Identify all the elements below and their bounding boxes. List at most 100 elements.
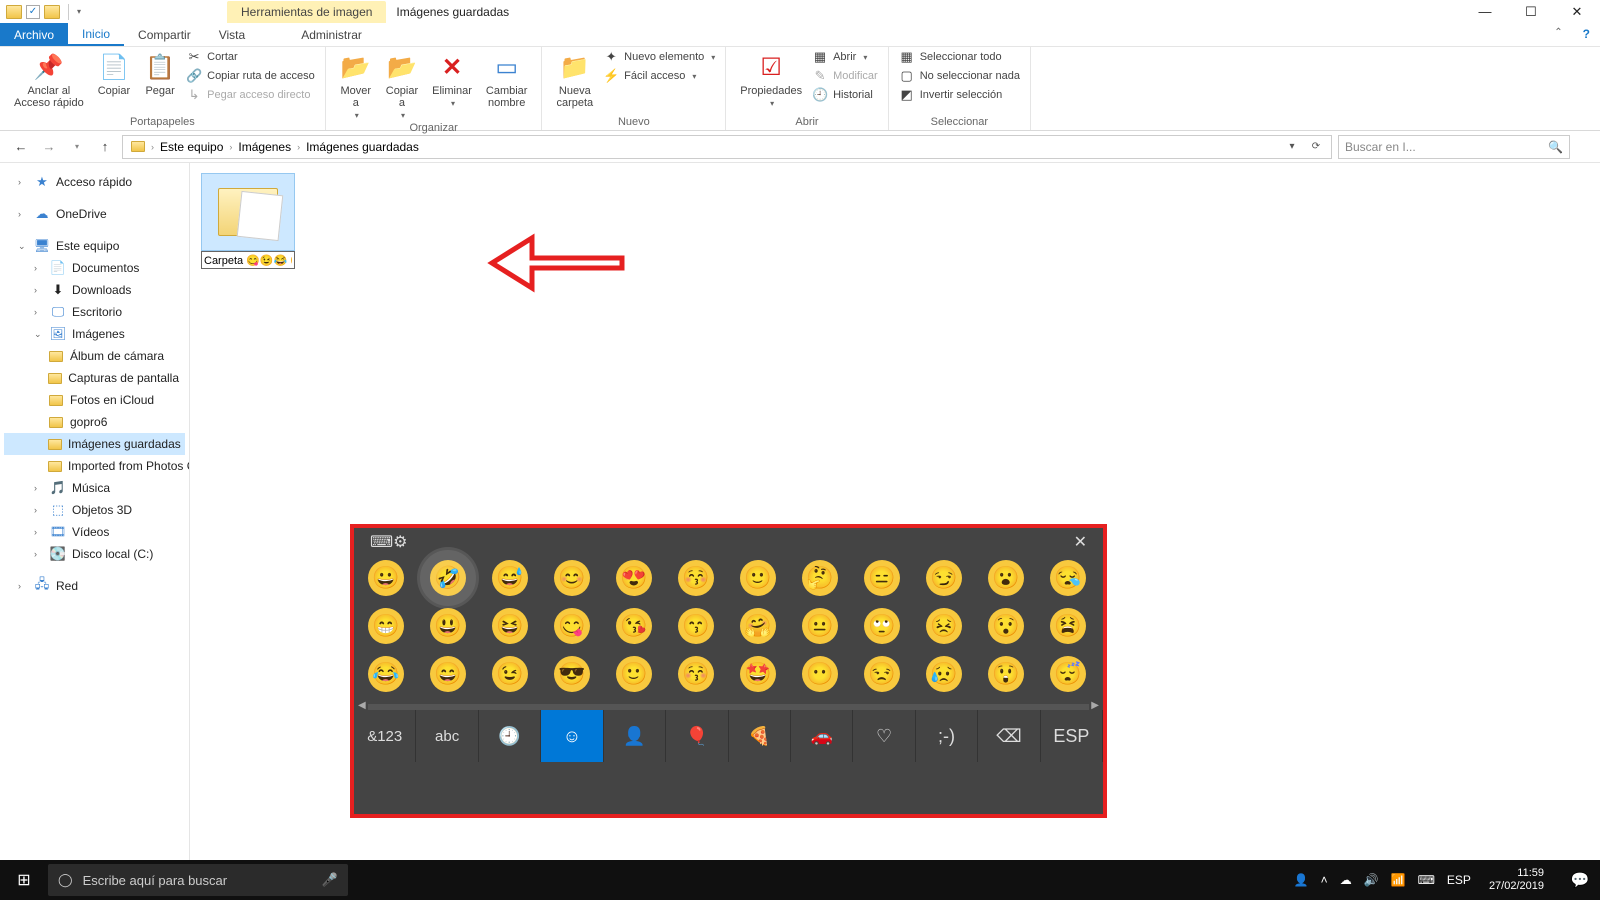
history-button[interactable]: 🕘Historial — [812, 87, 878, 103]
select-none-button[interactable]: ▢No seleccionar nada — [899, 68, 1020, 84]
nav-forward-button[interactable]: → — [38, 136, 60, 158]
kb-people-button[interactable]: 👤 — [604, 710, 666, 762]
kb-travel-button[interactable]: 🚗 — [791, 710, 853, 762]
breadcrumb-saved-images[interactable]: Imágenes guardadas — [302, 140, 423, 154]
emoji-close-button[interactable]: ✕ — [1074, 532, 1087, 552]
ribbon-collapse-icon[interactable]: ⌃ — [1544, 23, 1572, 46]
sidebar-quick-access[interactable]: ›★Acceso rápido — [4, 171, 185, 193]
emoji-button[interactable]: 😐 — [802, 608, 838, 644]
emoji-button[interactable]: 😮 — [988, 560, 1024, 596]
kb-recent-button[interactable]: 🕘 — [479, 710, 541, 762]
emoji-button[interactable]: 😄 — [430, 656, 466, 692]
kb-food-button[interactable]: 🍕 — [729, 710, 791, 762]
kb-symbols-button[interactable]: &123 — [354, 710, 416, 762]
emoji-button[interactable]: 😪 — [1050, 560, 1086, 596]
emoji-button[interactable]: 😍 — [616, 560, 652, 596]
kb-backspace-button[interactable]: ⌫ — [978, 710, 1040, 762]
sidebar-pic-child-3[interactable]: gopro6 — [4, 411, 185, 433]
kb-abc-button[interactable]: abc — [416, 710, 478, 762]
emoji-button[interactable]: 🙂 — [616, 656, 652, 692]
sidebar-pic-child-5[interactable]: Imported from Photos Com — [4, 455, 185, 477]
sidebar-pic-child-2[interactable]: Fotos en iCloud — [4, 389, 185, 411]
easy-access-button[interactable]: ⚡Fácil acceso▾ — [603, 68, 715, 84]
open-button[interactable]: ▦Abrir▾ — [812, 49, 878, 65]
tray-notifications-icon[interactable]: 💬 — [1560, 871, 1600, 889]
new-item-button[interactable]: ✦Nuevo elemento▾ — [603, 49, 715, 65]
emoji-button[interactable]: 🤣 — [430, 560, 466, 596]
emoji-button[interactable]: 😒 — [864, 656, 900, 692]
emoji-button[interactable]: 🤗 — [740, 608, 776, 644]
search-input[interactable]: Buscar en I... 🔍 — [1338, 135, 1570, 159]
kb-kaomoji-button[interactable]: ;-) — [916, 710, 978, 762]
qat-dropdown-icon[interactable]: ▾ — [77, 7, 81, 16]
minimize-button[interactable]: — — [1462, 0, 1508, 23]
emoji-button[interactable]: 😫 — [1050, 608, 1086, 644]
tray-chevron-up-icon[interactable]: ˄ — [1321, 873, 1328, 887]
checkbox-icon[interactable]: ✓ — [26, 5, 40, 19]
breadcrumb-this-pc[interactable]: Este equipo — [156, 140, 227, 154]
emoji-button[interactable]: 😏 — [926, 560, 962, 596]
chevron-right-icon[interactable]: › — [229, 142, 232, 152]
emoji-button[interactable]: 😯 — [988, 608, 1024, 644]
emoji-button[interactable]: 🤩 — [740, 656, 776, 692]
tab-home[interactable]: Inicio — [68, 23, 124, 46]
kb-heart-button[interactable]: ♡ — [853, 710, 915, 762]
taskbar-search[interactable]: ◯Escribe aquí para buscar🎤 — [48, 864, 348, 896]
select-all-button[interactable]: ▦Seleccionar todo — [899, 49, 1020, 65]
copy-to-button[interactable]: 📂Copiar a▾ — [382, 49, 422, 122]
scroll-left-icon[interactable]: ◀ — [358, 700, 366, 711]
nav-back-button[interactable]: ← — [10, 136, 32, 158]
emoji-button[interactable]: 😉 — [492, 656, 528, 692]
sidebar-documents[interactable]: ›📄Documentos — [4, 257, 185, 279]
tray-wifi-icon[interactable]: 📶 — [1391, 873, 1406, 887]
close-button[interactable]: ✕ — [1554, 0, 1600, 23]
chevron-right-icon[interactable]: › — [151, 142, 154, 152]
emoji-button[interactable]: 😚 — [678, 560, 714, 596]
folder-rename-input[interactable] — [201, 251, 295, 269]
copy-path-button[interactable]: 🔗Copiar ruta de acceso — [186, 68, 315, 84]
emoji-button[interactable]: 😲 — [988, 656, 1024, 692]
help-icon[interactable]: ? — [1573, 23, 1600, 46]
kb-language-button[interactable]: ESP — [1041, 710, 1103, 762]
emoji-button[interactable]: 😆 — [492, 608, 528, 644]
microphone-icon[interactable]: 🎤 — [322, 872, 338, 888]
maximize-button[interactable]: ☐ — [1508, 0, 1554, 23]
move-to-button[interactable]: 📂Mover a▾ — [336, 49, 376, 122]
address-dropdown-icon[interactable]: ▾ — [1281, 141, 1303, 152]
sidebar-onedrive[interactable]: ›☁OneDrive — [4, 203, 185, 225]
breadcrumb-root-icon[interactable] — [127, 141, 149, 152]
emoji-button[interactable]: 😚 — [678, 656, 714, 692]
tray-onedrive-icon[interactable]: ☁ — [1340, 873, 1352, 887]
new-folder-button[interactable]: 📁Nueva carpeta — [552, 49, 597, 111]
tab-file[interactable]: Archivo — [0, 23, 68, 46]
emoji-scrollbar[interactable]: ◀▶ — [368, 704, 1089, 710]
kb-celebration-button[interactable]: 🎈 — [666, 710, 728, 762]
context-tab-image-tools[interactable]: Herramientas de imagen — [227, 1, 386, 23]
emoji-button[interactable]: 😥 — [926, 656, 962, 692]
sidebar-pic-child-4[interactable]: Imágenes guardadas — [4, 433, 185, 455]
nav-recent-dropdown[interactable]: ▾ — [66, 136, 88, 158]
emoji-button[interactable]: 🙂 — [740, 560, 776, 596]
emoji-button[interactable]: 😃 — [430, 608, 466, 644]
tab-view[interactable]: Vista — [205, 23, 259, 46]
address-bar[interactable]: › Este equipo › Imágenes › Imágenes guar… — [122, 135, 1332, 159]
copy-button[interactable]: 📄Copiar — [94, 49, 134, 99]
cut-button[interactable]: ✂Cortar — [186, 49, 315, 65]
emoji-button[interactable]: 😑 — [864, 560, 900, 596]
paste-button[interactable]: 📋Pegar — [140, 49, 180, 99]
sidebar-music[interactable]: ›🎵Música — [4, 477, 185, 499]
emoji-button[interactable]: 😋 — [554, 608, 590, 644]
scroll-right-icon[interactable]: ▶ — [1091, 700, 1099, 711]
nav-up-button[interactable]: ↑ — [94, 136, 116, 158]
invert-selection-button[interactable]: ◩Invertir selección — [899, 87, 1020, 103]
sidebar-videos[interactable]: ›🎞Vídeos — [4, 521, 185, 543]
chevron-right-icon[interactable]: › — [297, 142, 300, 152]
sidebar-3d-objects[interactable]: ›⬚Objetos 3D — [4, 499, 185, 521]
sidebar-pic-child-0[interactable]: Álbum de cámara — [4, 345, 185, 367]
emoji-button[interactable]: 🤔 — [802, 560, 838, 596]
emoji-button[interactable]: 😣 — [926, 608, 962, 644]
sidebar-this-pc[interactable]: ⌄🖥Este equipo — [4, 235, 185, 257]
emoji-button[interactable]: 😁 — [368, 608, 404, 644]
tab-share[interactable]: Compartir — [124, 23, 205, 46]
refresh-icon[interactable]: ⟳ — [1305, 141, 1327, 152]
